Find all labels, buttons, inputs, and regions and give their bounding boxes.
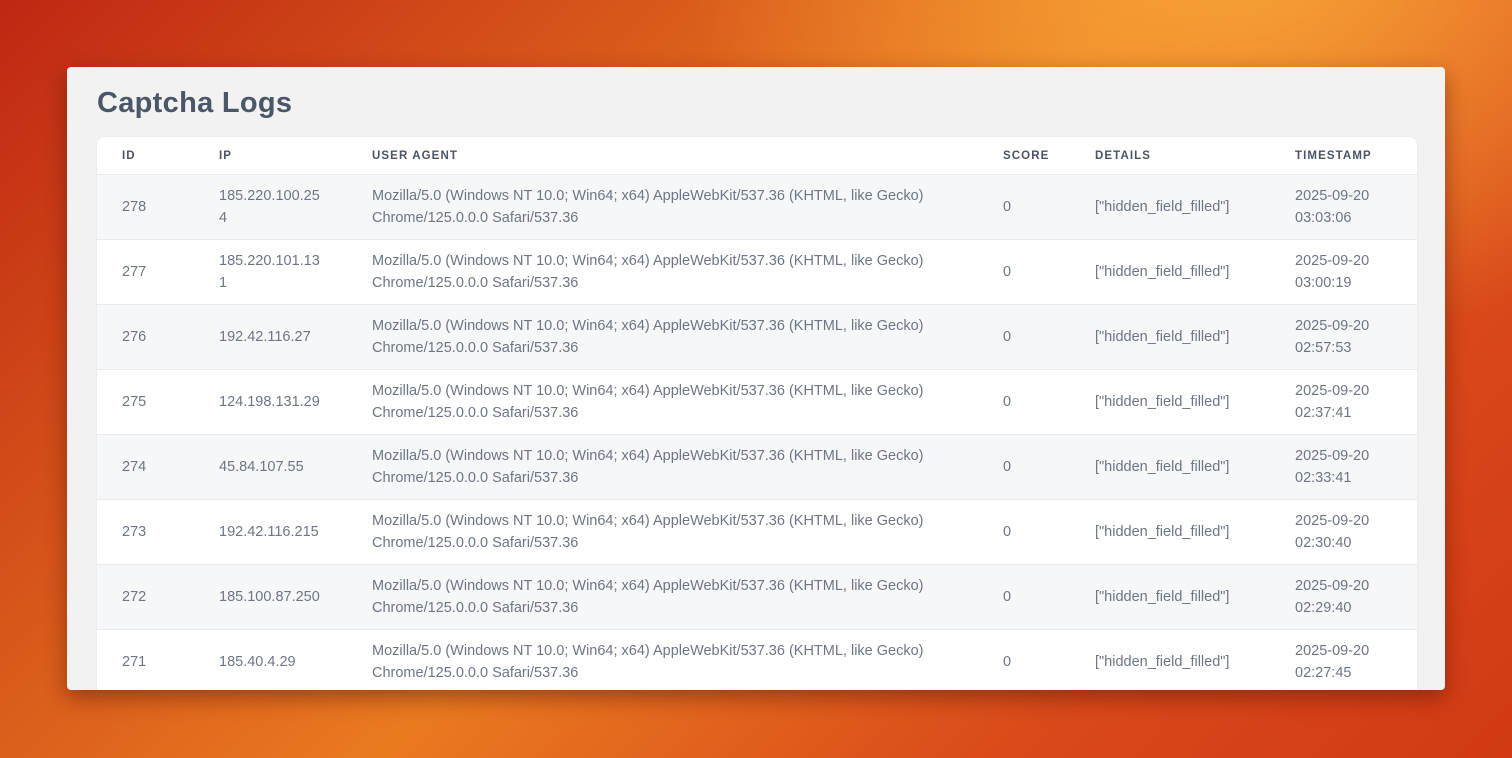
- cell-id: 275: [97, 369, 194, 434]
- cell-score: 0: [978, 304, 1070, 369]
- cell-details: ["hidden_field_filled"]: [1070, 629, 1270, 690]
- cell-score: 0: [978, 629, 1070, 690]
- cell-ip: 185.40.4.29: [194, 629, 347, 690]
- cell-user_agent: Mozilla/5.0 (Windows NT 10.0; Win64; x64…: [347, 434, 978, 499]
- table-row: 272185.100.87.250Mozilla/5.0 (Windows NT…: [97, 564, 1417, 629]
- table-row: 275124.198.131.29Mozilla/5.0 (Windows NT…: [97, 369, 1417, 434]
- cell-details: ["hidden_field_filled"]: [1070, 369, 1270, 434]
- cell-score: 0: [978, 239, 1070, 304]
- cell-score: 0: [978, 369, 1070, 434]
- cell-details: ["hidden_field_filled"]: [1070, 499, 1270, 564]
- table-row: 276192.42.116.27Mozilla/5.0 (Windows NT …: [97, 304, 1417, 369]
- table-body: 278185.220.100.254Mozilla/5.0 (Windows N…: [97, 174, 1417, 690]
- cell-details: ["hidden_field_filled"]: [1070, 304, 1270, 369]
- cell-details: ["hidden_field_filled"]: [1070, 564, 1270, 629]
- cell-score: 0: [978, 434, 1070, 499]
- column-header-ip: IP: [194, 137, 347, 174]
- cell-user_agent: Mozilla/5.0 (Windows NT 10.0; Win64; x64…: [347, 499, 978, 564]
- cell-user_agent: Mozilla/5.0 (Windows NT 10.0; Win64; x64…: [347, 564, 978, 629]
- cell-timestamp: 2025-09-20 02:57:53: [1270, 304, 1417, 369]
- cell-ip: 45.84.107.55: [194, 434, 347, 499]
- cell-ip: 124.198.131.29: [194, 369, 347, 434]
- cell-score: 0: [978, 174, 1070, 239]
- cell-timestamp: 2025-09-20 03:03:06: [1270, 174, 1417, 239]
- cell-id: 271: [97, 629, 194, 690]
- cell-timestamp: 2025-09-20 03:00:19: [1270, 239, 1417, 304]
- table-row: 277185.220.101.131Mozilla/5.0 (Windows N…: [97, 239, 1417, 304]
- table-row: 273192.42.116.215Mozilla/5.0 (Windows NT…: [97, 499, 1417, 564]
- cell-id: 272: [97, 564, 194, 629]
- captcha-logs-card: Captcha Logs IDIPUSER AGENTSCOREDETAILST…: [67, 67, 1445, 690]
- cell-ip: 192.42.116.215: [194, 499, 347, 564]
- cell-details: ["hidden_field_filled"]: [1070, 239, 1270, 304]
- cell-score: 0: [978, 499, 1070, 564]
- column-header-score: SCORE: [978, 137, 1070, 174]
- cell-id: 278: [97, 174, 194, 239]
- cell-id: 274: [97, 434, 194, 499]
- cell-timestamp: 2025-09-20 02:30:40: [1270, 499, 1417, 564]
- cell-details: ["hidden_field_filled"]: [1070, 434, 1270, 499]
- cell-ip: 185.220.101.131: [194, 239, 347, 304]
- logs-table-container: IDIPUSER AGENTSCOREDETAILSTIMESTAMP 2781…: [97, 137, 1417, 690]
- table-row: 278185.220.100.254Mozilla/5.0 (Windows N…: [97, 174, 1417, 239]
- cell-timestamp: 2025-09-20 02:29:40: [1270, 564, 1417, 629]
- column-header-user_agent: USER AGENT: [347, 137, 978, 174]
- cell-details: ["hidden_field_filled"]: [1070, 174, 1270, 239]
- cell-ip: 185.220.100.254: [194, 174, 347, 239]
- table-header-row: IDIPUSER AGENTSCOREDETAILSTIMESTAMP: [97, 137, 1417, 174]
- column-header-id: ID: [97, 137, 194, 174]
- cell-score: 0: [978, 564, 1070, 629]
- cell-ip: 192.42.116.27: [194, 304, 347, 369]
- column-header-timestamp: TIMESTAMP: [1270, 137, 1417, 174]
- logs-table: IDIPUSER AGENTSCOREDETAILSTIMESTAMP 2781…: [97, 137, 1417, 690]
- cell-user_agent: Mozilla/5.0 (Windows NT 10.0; Win64; x64…: [347, 629, 978, 690]
- cell-timestamp: 2025-09-20 02:33:41: [1270, 434, 1417, 499]
- cell-user_agent: Mozilla/5.0 (Windows NT 10.0; Win64; x64…: [347, 239, 978, 304]
- cell-timestamp: 2025-09-20 02:37:41: [1270, 369, 1417, 434]
- table-row: 271185.40.4.29Mozilla/5.0 (Windows NT 10…: [97, 629, 1417, 690]
- cell-user_agent: Mozilla/5.0 (Windows NT 10.0; Win64; x64…: [347, 304, 978, 369]
- cell-id: 277: [97, 239, 194, 304]
- cell-id: 276: [97, 304, 194, 369]
- column-header-details: DETAILS: [1070, 137, 1270, 174]
- cell-user_agent: Mozilla/5.0 (Windows NT 10.0; Win64; x64…: [347, 174, 978, 239]
- cell-timestamp: 2025-09-20 02:27:45: [1270, 629, 1417, 690]
- page-title: Captcha Logs: [97, 87, 1415, 120]
- cell-id: 273: [97, 499, 194, 564]
- cell-user_agent: Mozilla/5.0 (Windows NT 10.0; Win64; x64…: [347, 369, 978, 434]
- cell-ip: 185.100.87.250: [194, 564, 347, 629]
- table-row: 27445.84.107.55Mozilla/5.0 (Windows NT 1…: [97, 434, 1417, 499]
